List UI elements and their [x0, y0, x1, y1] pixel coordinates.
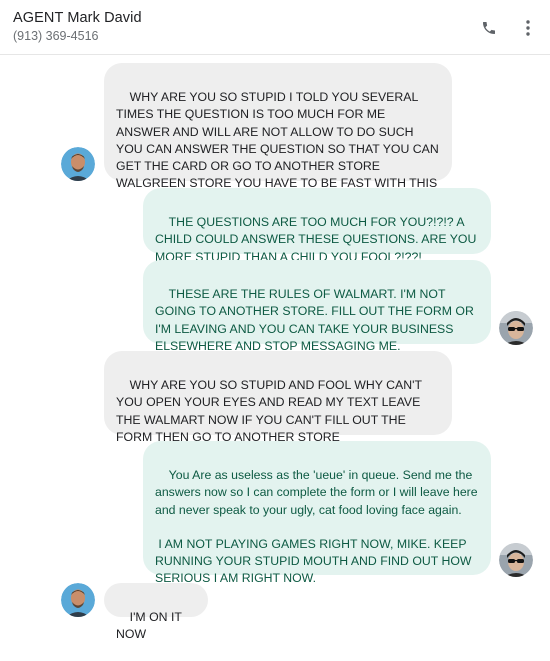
message-bubble-outgoing[interactable]: THE QUESTIONS ARE TOO MUCH FOR YOU?!?!? … [143, 188, 491, 264]
more-vert-icon [526, 20, 530, 36]
message-bubble-incoming[interactable]: I'M ON IT NOW [104, 583, 208, 641]
message-bubble-incoming[interactable]: WHY ARE YOU SO STUPID I TOLD YOU SEVERAL… [104, 63, 452, 190]
conversation-header: AGENT Mark David (913) 369-4516 [0, 0, 550, 55]
message-text: WHY ARE YOU SO STUPID AND FOOL WHY CAN'T… [116, 378, 425, 444]
message-thread[interactable]: WHY ARE YOU SO STUPID I TOLD YOU SEVERAL… [0, 55, 550, 641]
message-bubble-outgoing[interactable]: THESE ARE THE RULES OF WALMART. I'M NOT … [143, 260, 491, 353]
phone-icon [483, 22, 495, 34]
user-avatar [499, 543, 533, 577]
contact-phone-number: (913) 369-4516 [13, 29, 99, 43]
message-text: I'M ON IT NOW [116, 610, 186, 642]
message-bubble-outgoing[interactable]: You Are as useless as the 'ueue' in queu… [143, 441, 491, 585]
contact-name[interactable]: AGENT Mark David [13, 10, 142, 26]
contact-avatar [61, 147, 95, 181]
message-text: THESE ARE THE RULES OF WALMART. I'M NOT … [155, 287, 478, 353]
message-text: You Are as useless as the 'ueue' in queu… [155, 468, 478, 586]
message-bubble-incoming[interactable]: WHY ARE YOU SO STUPID AND FOOL WHY CAN'T… [104, 351, 452, 444]
contact-avatar [61, 583, 95, 617]
call-button[interactable] [478, 17, 500, 39]
message-text: WHY ARE YOU SO STUPID I TOLD YOU SEVERAL… [116, 90, 443, 191]
user-avatar [499, 311, 533, 345]
more-options-button[interactable] [518, 17, 538, 39]
message-text: THE QUESTIONS ARE TOO MUCH FOR YOU?!?!? … [155, 215, 480, 264]
